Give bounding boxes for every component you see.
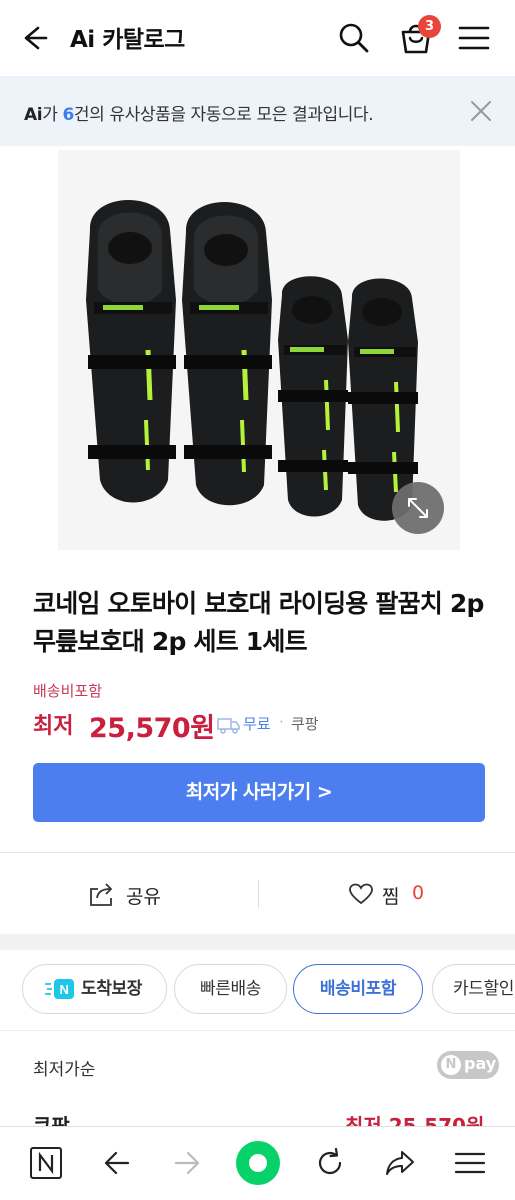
price-prefix: 최저 <box>33 714 74 739</box>
chip-shipping-included[interactable]: 배송비포함 <box>293 964 423 1014</box>
chip-card-discount[interactable]: 카드할인 <box>432 964 515 1014</box>
vertical-separator <box>258 880 259 908</box>
npay-n-icon: N <box>441 1055 461 1075</box>
hamburger-menu-icon[interactable] <box>456 20 492 56</box>
arrival-guarantee-icon: N <box>45 979 74 999</box>
green-dot-inner <box>249 1154 267 1172</box>
like-count: 0 <box>412 882 425 904</box>
search-icon[interactable] <box>336 20 372 56</box>
chip-arrival-guarantee[interactable]: N 도착보장 <box>22 964 167 1014</box>
close-icon[interactable] <box>468 98 494 124</box>
npay-badge[interactable]: N pay <box>437 1051 499 1079</box>
ai-notice-text: Ai가 6건의 유사상품을 자동으로 모은 결과입니다. <box>24 105 374 125</box>
lowest-price: 25,570원 <box>89 713 215 744</box>
browser-menu-icon[interactable] <box>452 1145 488 1181</box>
sort-label[interactable]: 최저가순 <box>33 1055 96 1080</box>
chip-fast-delivery[interactable]: 빠른배송 <box>174 964 287 1014</box>
top-header: Ai 카탈로그 3 <box>0 0 515 76</box>
cart-count-badge: 3 <box>418 15 441 38</box>
page-title: Ai 카탈로그 <box>70 27 185 53</box>
svg-text:N: N <box>60 982 69 997</box>
mall-name: 쿠팡 <box>291 715 319 733</box>
green-dot-home-icon[interactable] <box>236 1141 280 1185</box>
reload-icon[interactable] <box>312 1145 348 1181</box>
chip-label: 도착보장 <box>81 979 142 999</box>
sort-row: 최저가순 N pay <box>0 1030 515 1100</box>
browser-share-icon[interactable] <box>382 1145 418 1181</box>
share-icon <box>90 883 112 906</box>
naver-n-icon[interactable] <box>28 1145 64 1181</box>
ai-label: Ai <box>24 105 43 125</box>
similar-count: 6 <box>62 105 74 125</box>
back-arrow-icon[interactable] <box>18 22 50 54</box>
browser-bottom-bar <box>0 1126 515 1200</box>
browser-forward-icon[interactable] <box>170 1145 206 1181</box>
like-button[interactable]: 찜 0 <box>348 880 448 910</box>
shipping-included-label: 배송비포함 <box>33 682 103 700</box>
delivery-truck-icon <box>217 718 240 734</box>
share-label: 공유 <box>126 886 161 908</box>
zoom-expand-icon[interactable] <box>392 482 444 534</box>
ai-notice-banner: Ai가 6건의 유사상품을 자동으로 모은 결과입니다. <box>0 76 515 146</box>
browser-back-icon[interactable] <box>98 1145 134 1181</box>
share-button[interactable]: 공유 <box>88 880 198 910</box>
heart-icon <box>349 883 373 905</box>
free-shipping-text: 무료 <box>243 715 271 733</box>
buy-lowest-price-button[interactable]: 최저가 사러가기 > <box>33 763 485 822</box>
divider <box>0 852 515 853</box>
section-divider <box>0 934 515 950</box>
product-name: 코네임 오토바이 보호대 라이딩용 팔꿈치 2p 무릎보호대 2p 세트 1세트 <box>33 589 484 656</box>
like-label: 찜 <box>382 886 400 908</box>
separator-dot: · <box>279 713 284 731</box>
filter-chips: N 도착보장 빠른배송 배송비포함 카드할인 <box>0 950 515 1030</box>
npay-text: pay <box>464 1054 497 1073</box>
